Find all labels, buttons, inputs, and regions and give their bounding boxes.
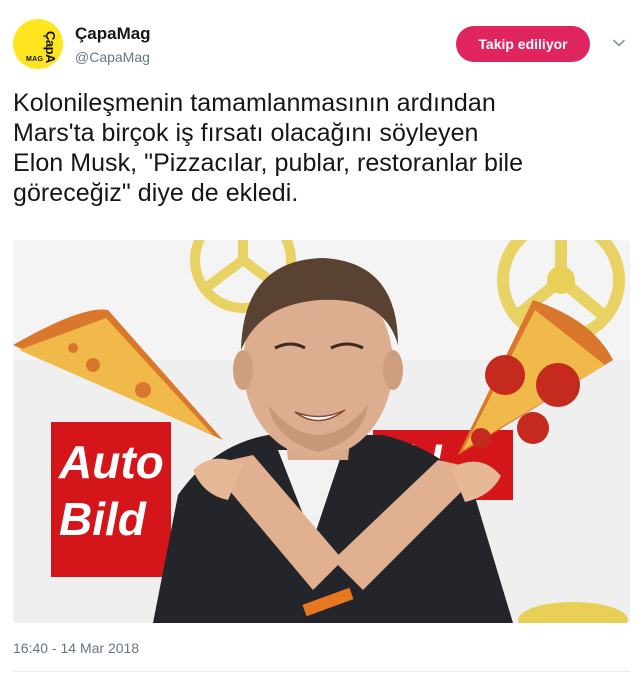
tweet-photo[interactable]: Auto Bild ild — [13, 240, 630, 623]
tweet-text-line: Kolonileşmenin tamamlanmasının ardından — [13, 89, 496, 117]
sign-left-text: Auto — [58, 436, 164, 488]
tweet-text: Kolonileşmenin tamamlanmasının ardından … — [13, 88, 630, 208]
user-handle[interactable]: @CapaMag — [75, 49, 150, 65]
chevron-down-icon[interactable] — [611, 35, 627, 51]
divider — [13, 671, 630, 672]
tweet-text-line: göreceğiz" diye de ekledi. — [13, 179, 299, 207]
avatar-logo-subtext: MAG — [26, 56, 44, 63]
tweet-timestamp[interactable]: 16:40 - 14 Mar 2018 — [13, 640, 139, 656]
photo-illustration: Auto Bild ild — [13, 240, 630, 623]
following-button[interactable]: Takip ediliyor — [456, 26, 590, 62]
tweet-text-line: Elon Musk, "Pizzacılar, publar, restoran… — [13, 149, 524, 177]
avatar[interactable]: ÇapA MAG — [13, 19, 63, 69]
sign-left: Auto Bild — [51, 422, 171, 577]
tweet-header: ÇapA MAG ÇapaMag @CapaMag Takip ediliyor — [13, 19, 630, 79]
sign-left-text-2: Bild — [59, 493, 147, 545]
avatar-logo-text: ÇapA — [43, 31, 58, 63]
tweet-text-line: Mars'ta birçok iş fırsatı olacağını söyl… — [13, 119, 479, 147]
display-name[interactable]: ÇapaMag — [75, 24, 151, 44]
